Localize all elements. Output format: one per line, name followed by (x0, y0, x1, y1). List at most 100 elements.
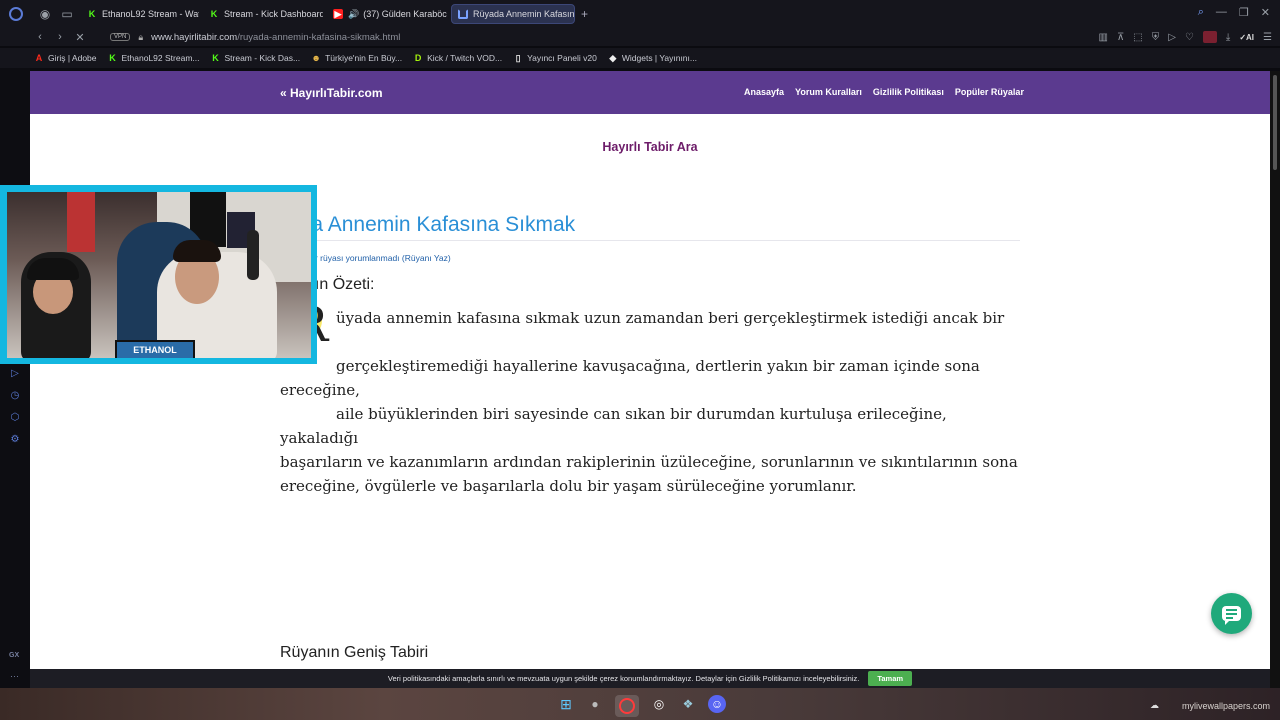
tray-icon[interactable]: ☁ (1150, 700, 1159, 711)
search-title[interactable]: Hayırlı Tabir Ara (30, 140, 1270, 154)
scroll-thumb[interactable] (1273, 75, 1277, 170)
page-scrollbar[interactable] (1270, 71, 1280, 688)
chat-button[interactable] (1211, 593, 1252, 634)
detailed-heading: Rüyanın Geniş Tabiri (280, 644, 429, 661)
nav-populer[interactable]: Popüler Rüyalar (955, 87, 1024, 97)
write-dream-link[interactable]: kur rüyası yorumlanmadı (Rüyanı Yaz) (306, 253, 451, 263)
taskbar-icons: ⊞ ● ◎ ❖ ☺ (557, 695, 726, 717)
bookmark-ethanol-stream[interactable]: K EthanoL92 Stream... (108, 53, 199, 63)
easy-setup-icon[interactable]: ☰ (1263, 32, 1272, 43)
bookmark-vod[interactable]: D Kick / Twitch VOD... (413, 53, 502, 63)
bookmark-widgets[interactable]: ◆ Widgets | Yayınını... (608, 52, 697, 64)
extensions-icon[interactable]: ⬡ (9, 412, 21, 424)
new-tab-button[interactable]: + (581, 7, 588, 21)
nav-gizlilik[interactable]: Gizlilik Politikası (873, 87, 944, 97)
body-line: ereceğine, övgülerle ve başarılarla dolu… (280, 477, 857, 495)
gx-label[interactable]: GX (9, 652, 19, 659)
stop-loading-icon[interactable]: ✕ (72, 31, 88, 44)
cookie-accept-button[interactable]: Tamam (868, 671, 913, 686)
webcam-video: ETHANOL (7, 192, 311, 358)
aria-ai-button[interactable]: ✓AI (1239, 33, 1254, 42)
page-title: ada Annemin Kafasına Sıkmak (288, 213, 576, 236)
site-icon: ☻ (311, 53, 321, 63)
restore-icon[interactable]: ❐ (1239, 6, 1249, 19)
obs-icon[interactable]: ◎ (650, 695, 668, 713)
nav-yorum-kurallari[interactable]: Yorum Kuralları (795, 87, 862, 97)
discord-icon[interactable]: ☺ (708, 695, 726, 713)
app-icon[interactable]: ❖ (679, 695, 697, 713)
bookmark-turkiye[interactable]: ☻ Türkiye'nin En Büy... (311, 53, 402, 63)
chat-icon (1222, 606, 1241, 625)
nav-anasayfa[interactable]: Anasayfa (744, 87, 784, 97)
divider (280, 240, 1020, 241)
bookmarks-bar: A Giriş | Adobe K EthanoL92 Stream... K Str… (0, 48, 1280, 68)
vpn-badge[interactable]: VPN (110, 33, 131, 41)
body-line: aile büyüklerinden biri sayesinde can sı… (280, 405, 947, 447)
minimize-icon[interactable]: — (1216, 6, 1227, 19)
widgets-icon: ◆ (609, 52, 617, 63)
settings-icon[interactable]: ⚙ (9, 434, 21, 446)
heart-icon[interactable]: ♡ (1185, 32, 1194, 43)
bookmark-adobe[interactable]: A Giriş | Adobe (34, 53, 97, 63)
forward-icon[interactable]: › (52, 31, 68, 43)
reader-icon[interactable]: ▥ (1099, 32, 1108, 43)
kick-icon: K (210, 9, 218, 19)
kick-icon: K (212, 53, 219, 63)
summary-body: üyada annemin kafasına sıkmak uzun zaman… (280, 306, 1020, 498)
youtube-icon: ▶ (333, 8, 343, 19)
vod-icon: D (414, 53, 422, 63)
tab-active-ruyada[interactable]: Rüyada Annemin Kafasına (451, 4, 575, 24)
wallpaper-watermark: mylivewallpapers.com (1181, 701, 1270, 711)
address-bar: ‹ › ✕ VPN 🔒︎ www.hayirlitabir.com/ruyada… (0, 28, 1280, 46)
tab-ethanol-stream[interactable]: K EthanoL92 Stream - Watc (81, 4, 199, 24)
bookmark-yayinci-paneli[interactable]: ▯ Yayıncı Paneli v20 (513, 52, 597, 64)
webcam-overlay: ETHANOL (0, 185, 317, 364)
speaker-icon[interactable]: 🔊 (348, 9, 359, 20)
browser-sidebar: ▷ ◷ ⬡ ⚙ GX ··· (0, 68, 30, 688)
app-icon[interactable]: ● (586, 695, 604, 713)
adobe-icon: A (35, 53, 43, 63)
tab-search-icon[interactable]: ◉ (37, 6, 53, 22)
streamer-logo: ETHANOL (115, 340, 195, 358)
cookie-text: Veri politikasındaki amaçlarla sınırlı v… (387, 674, 860, 683)
profile-avatar[interactable] (1202, 31, 1217, 43)
tab-youtube[interactable]: ▶ 🔊 (37) Gülden Karaböcek (327, 4, 447, 24)
send-icon[interactable]: ▷ (1168, 32, 1176, 43)
back-icon[interactable]: ‹ (32, 31, 48, 43)
close-icon[interactable]: ✕ (1261, 6, 1270, 19)
window-controls: ⌕ — ❐ ✕ (1198, 6, 1270, 19)
body-line: üyada annemin kafasına sıkmak uzun zaman… (280, 309, 1005, 351)
cookie-bar: Veri politikasındaki amaçlarla sınırlı v… (30, 669, 1270, 688)
loading-icon (458, 9, 468, 19)
opera-menu-icon[interactable] (9, 7, 23, 21)
opera-icon (619, 698, 635, 714)
address-bar-actions: ▥ ⊼ ⬚ ⛨ ▷ ♡ ⤓ ✓AI ☰ (1099, 31, 1272, 43)
shield-icon[interactable]: ⛨ (1152, 32, 1160, 43)
tab-kick-dashboard[interactable]: K Stream - Kick Dashboard (203, 4, 323, 24)
lock-icon[interactable]: 🔒︎ (138, 32, 143, 43)
more-icon[interactable]: ··· (10, 671, 19, 681)
pin-icon[interactable]: ⊼ (1117, 32, 1124, 43)
url-field[interactable]: www.hayirlitabir.com/ruyada-annemin-kafa… (151, 32, 400, 43)
document-icon: ▯ (515, 52, 521, 63)
download-icon[interactable]: ⤓ (1226, 32, 1230, 43)
snapshot-icon[interactable]: ⬚ (1133, 32, 1142, 43)
opera-taskbar-button[interactable] (615, 695, 639, 717)
site-nav: Anasayfa Yorum Kuralları Gizlilik Politi… (744, 87, 1024, 97)
body-line: gerçekleştiremediği hayallerine kavuşaca… (280, 357, 980, 399)
history-icon[interactable]: ◷ (9, 390, 21, 402)
bookmark-kick-dashboard[interactable]: K Stream - Kick Das... (210, 53, 300, 63)
site-logo[interactable]: « HayırlıTabir.com (280, 86, 383, 100)
site-header: « HayırlıTabir.com Anasayfa Yorum Kurall… (30, 71, 1270, 114)
workspace-icon[interactable]: ▭ (59, 6, 75, 22)
kick-icon: K (109, 53, 116, 63)
search-icon[interactable]: ⌕ (1198, 6, 1204, 19)
web-page: « HayırlıTabir.com Anasayfa Yorum Kurall… (30, 71, 1270, 688)
windows-taskbar: ⊞ ● ◎ ❖ ☺ ☁ mylivewallpapers.com (0, 688, 1280, 720)
microphone (247, 230, 259, 280)
kick-icon: K (88, 9, 96, 19)
player-icon[interactable]: ▷ (9, 368, 21, 380)
body-line: başarıların ve kazanımların ardından rak… (280, 453, 1018, 471)
windows-start-icon[interactable]: ⊞ (557, 695, 575, 713)
tab-strip: ◉ ▭ K EthanoL92 Stream - Watc K Stream -… (0, 0, 1280, 28)
